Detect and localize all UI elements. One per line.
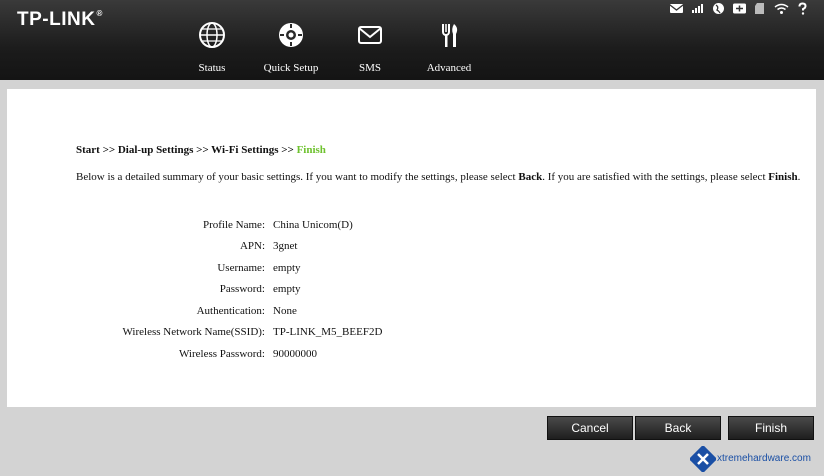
username-value: empty: [273, 262, 301, 274]
ssid-value: TP-LINK_M5_BEEF2D: [273, 326, 383, 338]
nav-status-label: Status: [198, 62, 226, 74]
watermark: xtremehardware.com: [690, 446, 818, 472]
top-header: TP-LINK® Status Quick Setup SMS Advanced: [0, 0, 824, 80]
summary-row-ssid: Wireless Network Name(SSID): TP-LINK_M5_…: [7, 326, 382, 340]
nav-status[interactable]: Status: [172, 20, 252, 74]
cancel-button[interactable]: Cancel: [547, 416, 633, 440]
message-icon[interactable]: [669, 2, 684, 15]
summary-panel: Start >> Dial-up Settings >> Wi-Fi Setti…: [7, 89, 816, 407]
finish-button[interactable]: Finish: [728, 416, 814, 440]
internet-globe-icon: [711, 2, 726, 15]
signal-strength-icon: [690, 2, 705, 15]
nav-advanced-label: Advanced: [426, 62, 472, 74]
nav-quick-setup[interactable]: Quick Setup: [251, 20, 331, 74]
apn-value: 3gnet: [273, 240, 298, 252]
back-button[interactable]: Back: [635, 416, 721, 440]
ssid-label: Wireless Network Name(SSID):: [122, 326, 265, 338]
summary-row-password: Password: empty: [7, 283, 301, 297]
tools-icon: [442, 24, 458, 47]
summary-row-wireless-password: Wireless Password: 90000000: [7, 348, 317, 362]
nav-quick-setup-label: Quick Setup: [263, 62, 319, 74]
sd-card-icon: [753, 2, 768, 15]
breadcrumb-steps: Start >> Dial-up Settings >> Wi-Fi Setti…: [76, 144, 297, 156]
authentication-value: None: [273, 305, 297, 317]
profile-name-value: China Unicom(D): [273, 219, 353, 231]
profile-name-label: Profile Name:: [202, 219, 265, 231]
status-icon-bar: [669, 2, 810, 15]
globe-icon: [199, 22, 225, 48]
summary-intro-text: Below is a detailed summary of your basi…: [76, 171, 801, 183]
nav-advanced[interactable]: Advanced: [409, 20, 489, 74]
wifi-icon: [774, 2, 789, 15]
breadcrumb: Start >> Dial-up Settings >> Wi-Fi Setti…: [76, 144, 326, 156]
password-value: empty: [273, 283, 301, 295]
apn-label: APN:: [239, 240, 265, 252]
breadcrumb-current: Finish: [296, 144, 326, 156]
sim-card-icon: [732, 2, 747, 15]
username-label: Username:: [217, 262, 265, 274]
help-icon[interactable]: [795, 2, 810, 15]
envelope-icon: [358, 26, 382, 44]
gear-icon: [279, 23, 303, 47]
nav-sms[interactable]: SMS: [330, 20, 410, 74]
nav-sms-label: SMS: [358, 62, 382, 74]
password-label: Password:: [219, 283, 265, 295]
watermark-text: xtremehardware.com: [717, 453, 811, 464]
wireless-password-label: Wireless Password:: [178, 348, 265, 360]
tp-link-logo: TP-LINK®: [17, 9, 103, 30]
watermark-logo-icon: [690, 446, 716, 472]
summary-row-authentication: Authentication: None: [7, 305, 297, 319]
summary-row-profile-name: Profile Name: China Unicom(D): [7, 219, 353, 233]
authentication-label: Authentication:: [196, 305, 265, 317]
summary-row-apn: APN: 3gnet: [7, 240, 298, 254]
wireless-password-value: 90000000: [273, 348, 317, 360]
summary-row-username: Username: empty: [7, 262, 300, 276]
